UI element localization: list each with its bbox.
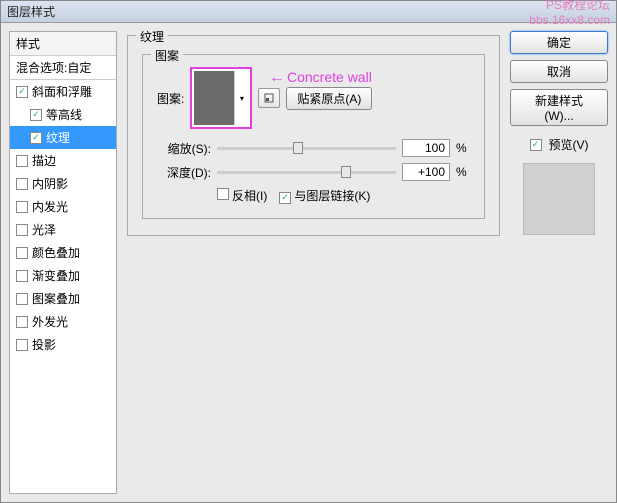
- sidebar-item-label: 内阴影: [32, 175, 68, 192]
- depth-row: 深度(D): %: [157, 163, 470, 181]
- depth-input[interactable]: [402, 163, 450, 181]
- options-row: 反相(I) 与图层链接(K): [157, 187, 470, 204]
- pattern-label: 图案:: [157, 90, 184, 107]
- invert-checkbox[interactable]: 反相(I): [217, 187, 267, 204]
- checkbox-icon[interactable]: [16, 155, 28, 167]
- sidebar-item-7[interactable]: 颜色叠加: [10, 241, 116, 264]
- preview-toggle[interactable]: 预览(V): [510, 136, 608, 153]
- preview-thumbnail: [523, 163, 595, 235]
- sidebar-item-8[interactable]: 渐变叠加: [10, 264, 116, 287]
- ok-button[interactable]: 确定: [510, 31, 608, 54]
- new-preset-icon: [263, 92, 275, 104]
- sidebar-item-6[interactable]: 光泽: [10, 218, 116, 241]
- preview-label: 预览(V): [549, 136, 589, 153]
- sidebar-item-1[interactable]: 等高线: [10, 103, 116, 126]
- checkbox-icon[interactable]: [16, 201, 28, 213]
- checkbox-icon[interactable]: [16, 178, 28, 190]
- sidebar-item-label: 光泽: [32, 221, 56, 238]
- checkbox-icon[interactable]: [16, 86, 28, 98]
- sidebar-item-5[interactable]: 内发光: [10, 195, 116, 218]
- sidebar-item-label: 图案叠加: [32, 290, 80, 307]
- sidebar-item-3[interactable]: 描边: [10, 149, 116, 172]
- scale-unit: %: [456, 141, 470, 155]
- elements-legend: 图案: [151, 47, 183, 64]
- checkbox-icon[interactable]: [16, 224, 28, 236]
- sidebar-item-label: 内发光: [32, 198, 68, 215]
- cancel-button[interactable]: 取消: [510, 60, 608, 83]
- titlebar: 图层样式 PS教程论坛 bbs.16xx8.com: [1, 1, 616, 23]
- sidebar-item-label: 纹理: [46, 129, 70, 146]
- sidebar-item-0[interactable]: 斜面和浮雕: [10, 80, 116, 103]
- sidebar-item-label: 描边: [32, 152, 56, 169]
- link-checkbox[interactable]: 与图层链接(K): [279, 187, 370, 204]
- checkbox-icon: [279, 192, 291, 204]
- checkbox-icon[interactable]: [16, 293, 28, 305]
- checkbox-icon[interactable]: [16, 270, 28, 282]
- checkbox-icon[interactable]: [16, 247, 28, 259]
- checkbox-icon[interactable]: [16, 316, 28, 328]
- pattern-preview: [194, 71, 234, 125]
- sidebar-item-label: 外发光: [32, 313, 68, 330]
- pattern-row: 图案: ▾ 贴紧原点(A) Concrete wall: [157, 67, 470, 129]
- depth-thumb[interactable]: [341, 166, 351, 178]
- scale-slider[interactable]: [217, 147, 396, 150]
- sidebar-item-11[interactable]: 投影: [10, 333, 116, 356]
- scale-label: 缩放(S):: [157, 140, 211, 157]
- checkbox-icon[interactable]: [16, 339, 28, 351]
- sidebar-item-label: 渐变叠加: [32, 267, 80, 284]
- checkbox-icon[interactable]: [30, 109, 42, 121]
- scale-row: 缩放(S): %: [157, 139, 470, 157]
- window-title: 图层样式: [7, 3, 55, 20]
- checkbox-icon[interactable]: [30, 132, 42, 144]
- sidebar-item-label: 颜色叠加: [32, 244, 80, 261]
- depth-label: 深度(D):: [157, 164, 211, 181]
- annotation: Concrete wall: [287, 69, 372, 85]
- scale-input[interactable]: [402, 139, 450, 157]
- texture-fieldset: 纹理 图案 图案: ▾ 贴紧原点(A) Concrete wall: [127, 35, 500, 236]
- main-panel: 纹理 图案 图案: ▾ 贴紧原点(A) Concrete wall: [127, 31, 500, 494]
- checkbox-icon: [530, 139, 542, 151]
- depth-slider[interactable]: [217, 171, 396, 174]
- scale-thumb[interactable]: [293, 142, 303, 154]
- sidebar-item-10[interactable]: 外发光: [10, 310, 116, 333]
- sidebar-header: 样式: [10, 32, 116, 56]
- pattern-dropdown-icon[interactable]: ▾: [234, 71, 248, 125]
- new-preset-button[interactable]: [258, 88, 280, 108]
- sidebar-item-label: 等高线: [46, 106, 82, 123]
- snap-origin-button[interactable]: 贴紧原点(A): [286, 87, 372, 110]
- sidebar-item-4[interactable]: 内阴影: [10, 172, 116, 195]
- sidebar-item-9[interactable]: 图案叠加: [10, 287, 116, 310]
- checkbox-icon: [217, 188, 229, 200]
- layer-style-dialog: 图层样式 PS教程论坛 bbs.16xx8.com 样式 混合选项:自定 斜面和…: [0, 0, 617, 503]
- depth-unit: %: [456, 165, 470, 179]
- new-style-button[interactable]: 新建样式(W)...: [510, 89, 608, 126]
- styles-sidebar: 样式 混合选项:自定 斜面和浮雕等高线纹理描边内阴影内发光光泽颜色叠加渐变叠加图…: [9, 31, 117, 494]
- pattern-picker[interactable]: ▾: [190, 67, 252, 129]
- dialog-body: 样式 混合选项:自定 斜面和浮雕等高线纹理描边内阴影内发光光泽颜色叠加渐变叠加图…: [1, 23, 616, 502]
- sidebar-item-label: 斜面和浮雕: [32, 83, 92, 100]
- texture-legend: 纹理: [136, 28, 168, 45]
- right-column: 确定 取消 新建样式(W)... 预览(V): [510, 31, 608, 494]
- blend-options-item[interactable]: 混合选项:自定: [10, 56, 116, 80]
- sidebar-item-label: 投影: [32, 336, 56, 353]
- sidebar-item-2[interactable]: 纹理: [10, 126, 116, 149]
- elements-fieldset: 图案 图案: ▾ 贴紧原点(A) Concrete wall: [142, 54, 485, 219]
